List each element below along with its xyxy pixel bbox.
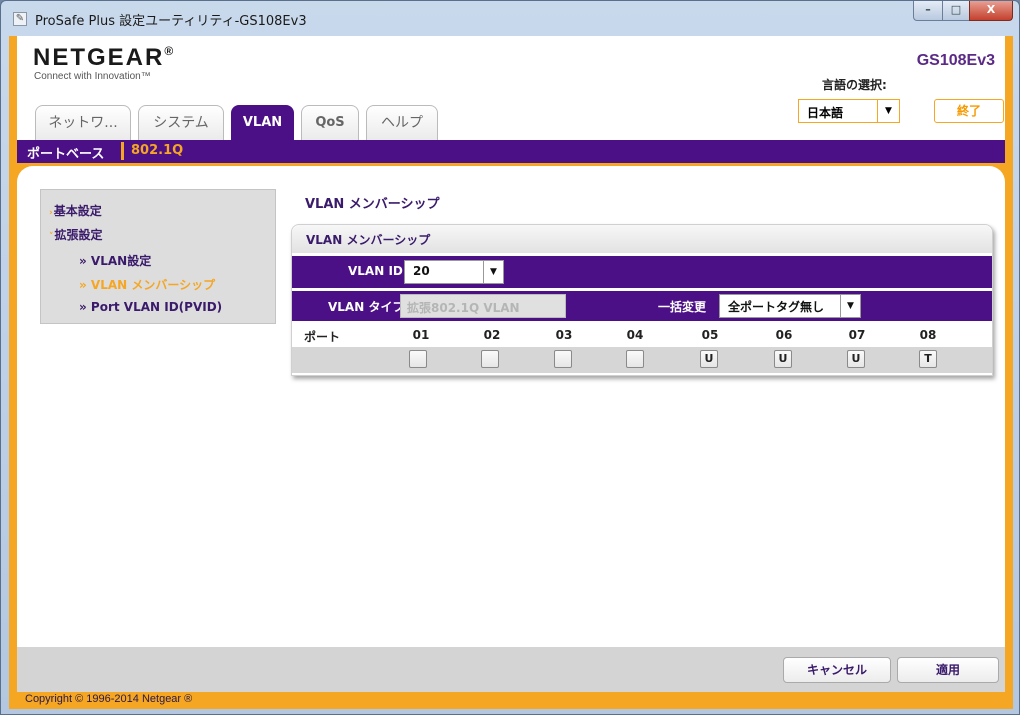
chevron-down-icon[interactable]: ▼ — [877, 100, 899, 122]
sidebar-item-basic[interactable]: ›基本設定 — [49, 202, 102, 219]
vlan-type-field: 拡張802.1Q VLAN — [400, 294, 566, 318]
tab-help[interactable]: ヘルプ — [366, 105, 438, 141]
port-number: 05 — [701, 328, 719, 342]
panel-header: VLAN メンバーシップ — [292, 225, 992, 253]
vlan-id-value: 20 — [413, 264, 430, 278]
bulk-change-select[interactable]: 全ポートタグ無し ▼ — [719, 294, 861, 318]
minimize-button[interactable]: – — [913, 1, 943, 21]
port-membership-toggle[interactable]: U — [774, 350, 792, 368]
apply-button[interactable]: 適用 — [897, 657, 999, 683]
title-bar[interactable]: ✎ ProSafe Plus 設定ユーティリティ-GS108Ev3 – □ X — [1, 1, 1019, 35]
language-select[interactable]: 日本語 ▼ — [798, 99, 900, 123]
vlan-type-label: VLAN タイプ — [328, 300, 405, 314]
sidebar-basic-label: 基本設定 — [53, 204, 102, 218]
exit-button[interactable]: 終了 — [934, 99, 1004, 123]
subnav-802-1q[interactable]: 802.1Q — [131, 143, 183, 158]
vlan-id-select[interactable]: 20 ▼ — [404, 260, 504, 284]
vlan-membership-panel: VLAN メンバーシップ VLAN ID 20 ▼ VLAN タイプ 拡張802… — [291, 224, 993, 376]
bullet-icon: › — [49, 208, 53, 218]
logo-text: NETGEAR — [33, 44, 165, 71]
port-membership-toggle[interactable] — [554, 350, 572, 368]
vlan-type-row: VLAN タイプ 拡張802.1Q VLAN 一括変更 全ポートタグ無し ▼ — [292, 291, 992, 321]
tab-system[interactable]: システム — [138, 105, 224, 141]
port-number: 02 — [483, 328, 501, 342]
close-button[interactable]: X — [969, 1, 1013, 21]
model-name: GS108Ev3 — [916, 52, 995, 69]
subnav-port-based[interactable]: ポートベース — [27, 143, 104, 162]
language-label: 言語の選択: — [822, 78, 887, 92]
tab-network[interactable]: ネットワ... — [35, 105, 131, 141]
port-number: 01 — [412, 328, 430, 342]
copyright-bar: Copyright © 1996-2014 Netgear ® — [17, 692, 1005, 709]
port-membership-toggle[interactable] — [626, 350, 644, 368]
port-number: 04 — [626, 328, 644, 342]
bullet-icon: ˅ — [49, 232, 54, 242]
action-bar: キャンセル 適用 — [17, 647, 1005, 692]
app-window: ✎ ProSafe Plus 設定ユーティリティ-GS108Ev3 – □ X … — [0, 0, 1020, 715]
bulk-change-value: 全ポートタグ無し — [728, 300, 825, 314]
sidebar-item-vlan-settings[interactable]: » VLAN設定 — [79, 252, 151, 269]
tagline: Connect with Innovation™ — [34, 71, 151, 82]
sidebar: ›基本設定 ˅拡張設定 » VLAN設定 » VLAN メンバーシップ » Po… — [40, 189, 276, 324]
port-membership-toggle[interactable] — [481, 350, 499, 368]
sub-navigation: ポートベース 802.1Q — [17, 140, 1005, 163]
port-membership-toggle[interactable]: U — [847, 350, 865, 368]
port-membership-toggle[interactable]: T — [919, 350, 937, 368]
sidebar-advanced-label: 拡張設定 — [54, 228, 103, 242]
port-membership-toggle[interactable] — [409, 350, 427, 368]
sidebar-item-vlan-membership[interactable]: » VLAN メンバーシップ — [79, 276, 215, 293]
sidebar-item-pvid[interactable]: » Port VLAN ID(PVID) — [79, 300, 222, 314]
tab-qos[interactable]: QoS — [301, 105, 359, 141]
page-title: VLAN メンバーシップ — [305, 197, 440, 212]
app-body: NETGEAR® Connect with Innovation™ GS108E… — [9, 36, 1013, 709]
maximize-button[interactable]: □ — [942, 1, 970, 21]
sidebar-item-advanced[interactable]: ˅拡張設定 — [49, 226, 103, 243]
port-number: 03 — [555, 328, 573, 342]
subnav-divider — [121, 142, 124, 160]
window-title: ProSafe Plus 設定ユーティリティ-GS108Ev3 — [35, 14, 307, 29]
port-number: 08 — [919, 328, 937, 342]
vlan-id-label: VLAN ID — [348, 264, 403, 278]
bulk-change-label: 一括変更 — [658, 300, 707, 314]
netgear-logo: NETGEAR® — [33, 44, 175, 72]
cancel-button[interactable]: キャンセル — [783, 657, 891, 683]
app-icon: ✎ — [13, 12, 27, 26]
port-number: 07 — [848, 328, 866, 342]
chevron-down-icon[interactable]: ▼ — [840, 295, 860, 317]
port-membership-row: U U U T — [292, 347, 992, 373]
port-number: 06 — [775, 328, 793, 342]
tab-vlan[interactable]: VLAN — [231, 105, 294, 141]
port-membership-toggle[interactable]: U — [700, 350, 718, 368]
panel-title: VLAN メンバーシップ — [306, 233, 431, 247]
copyright-text: Copyright © 1996-2014 Netgear ® — [25, 693, 193, 705]
logo-mark: ® — [164, 44, 176, 58]
port-header-label: ポート — [304, 330, 341, 344]
chevron-down-icon[interactable]: ▼ — [483, 261, 503, 283]
vlan-id-row: VLAN ID 20 ▼ — [292, 256, 992, 288]
language-value: 日本語 — [807, 106, 844, 120]
